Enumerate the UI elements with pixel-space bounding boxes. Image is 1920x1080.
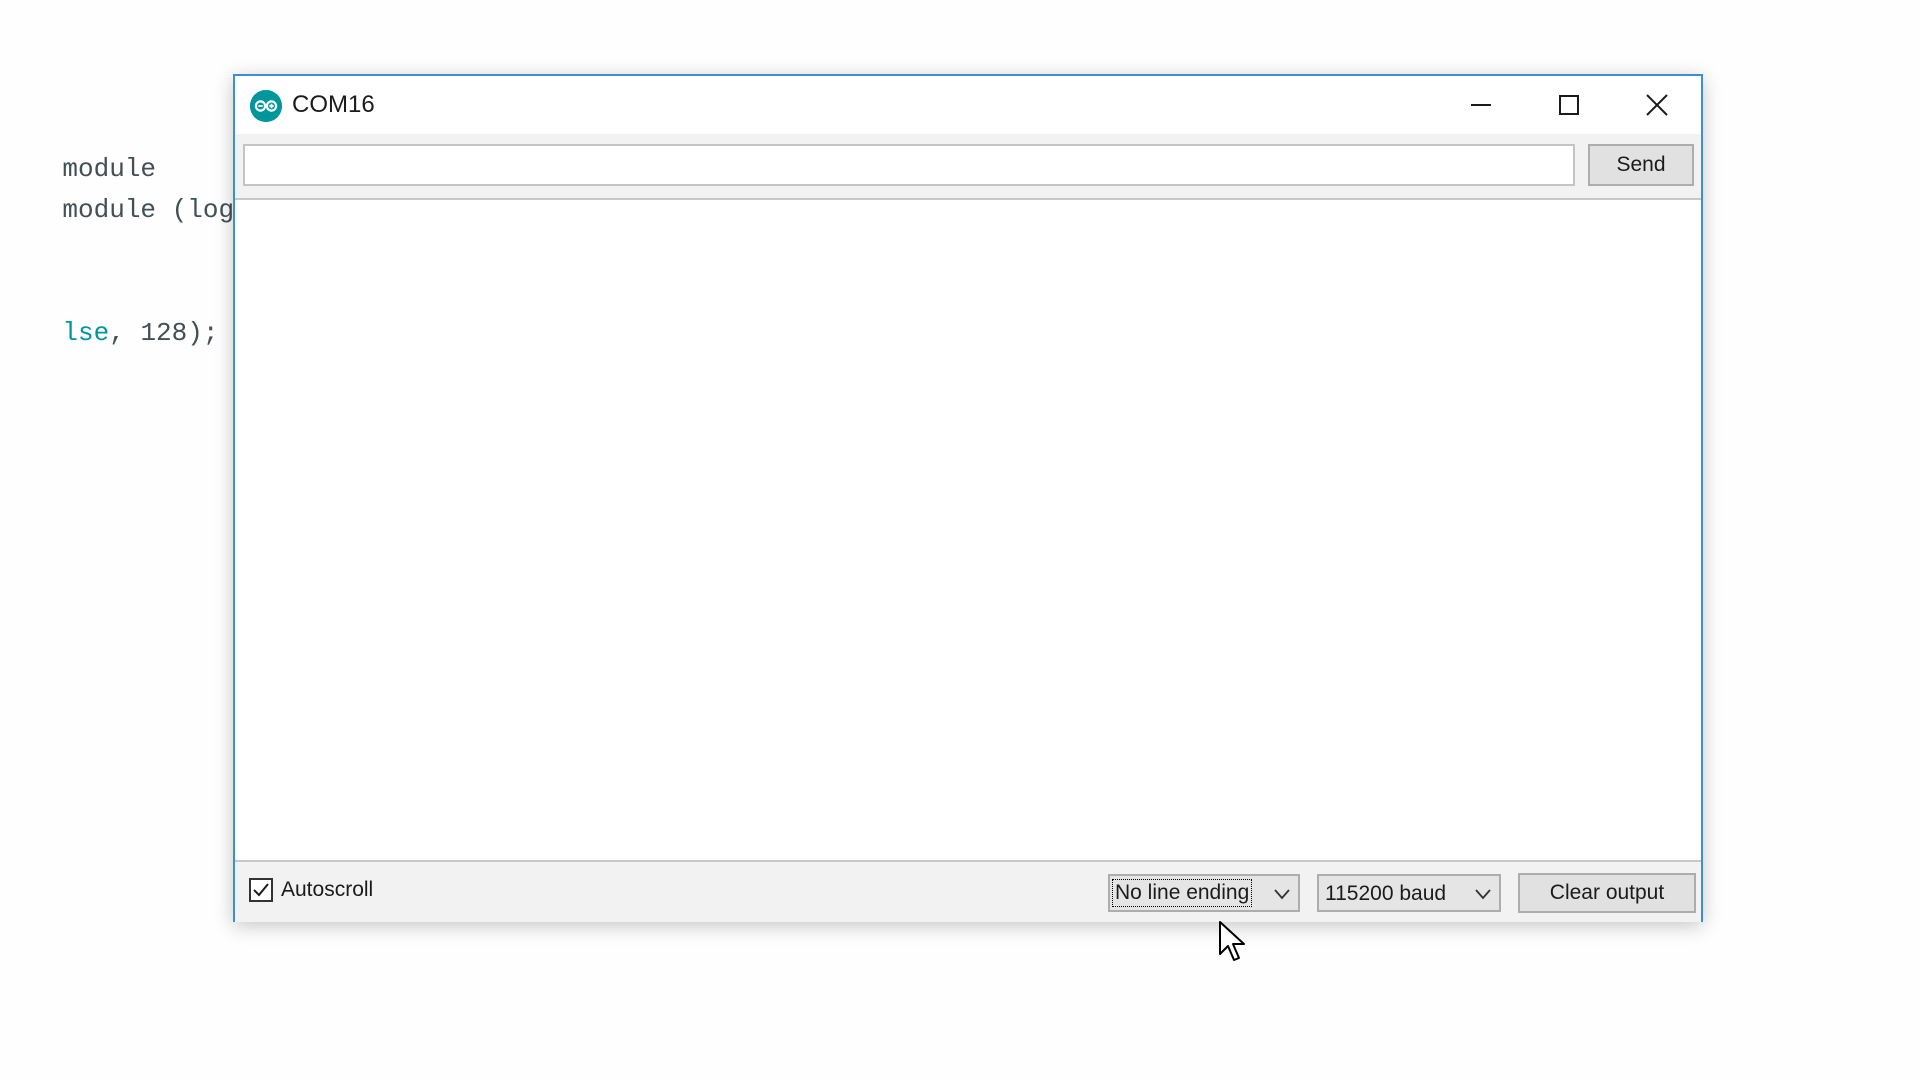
- code-line: lse, 128);: [0, 288, 218, 378]
- minimize-icon: [1471, 104, 1491, 106]
- chevron-down-icon: [1274, 889, 1290, 900]
- serial-input[interactable]: [243, 144, 1575, 186]
- autoscroll-label: Autoscroll: [281, 878, 374, 901]
- maximize-icon: [1559, 95, 1579, 115]
- bottom-toolbar: Autoscroll No line ending 115200 baud Cl…: [235, 862, 1701, 922]
- serial-output-area[interactable]: [235, 198, 1701, 862]
- autoscroll-checkbox[interactable]: [249, 878, 273, 902]
- serial-monitor-window: COM16 Send Autoscroll No line ending 115…: [233, 74, 1703, 922]
- code-text: , 128);: [109, 318, 219, 348]
- mouse-pointer-icon: [1219, 921, 1245, 961]
- baud-rate-value: 115200 baud: [1325, 882, 1447, 905]
- maximize-button[interactable]: [1525, 76, 1613, 134]
- code-line: module (logic: [0, 165, 265, 255]
- send-row: Send: [235, 134, 1701, 198]
- window-title: COM16: [292, 91, 375, 118]
- close-icon: [1646, 94, 1668, 116]
- line-ending-select[interactable]: No line ending: [1108, 874, 1300, 912]
- title-bar[interactable]: COM16: [235, 76, 1701, 134]
- code-keyword: lse: [62, 318, 110, 348]
- chevron-down-icon: [1475, 889, 1491, 900]
- minimize-button[interactable]: [1437, 76, 1525, 134]
- code-editor-background: module module (logic lse, 128);: [0, 0, 265, 400]
- arduino-logo-icon: [250, 90, 282, 122]
- baud-rate-select[interactable]: 115200 baud: [1317, 874, 1501, 912]
- close-button[interactable]: [1613, 76, 1701, 134]
- send-button[interactable]: Send: [1588, 144, 1694, 186]
- line-ending-value: No line ending: [1111, 879, 1253, 907]
- checkmark-icon: [253, 883, 269, 897]
- autoscroll-toggle[interactable]: Autoscroll: [249, 878, 373, 902]
- clear-output-button[interactable]: Clear output: [1518, 873, 1696, 913]
